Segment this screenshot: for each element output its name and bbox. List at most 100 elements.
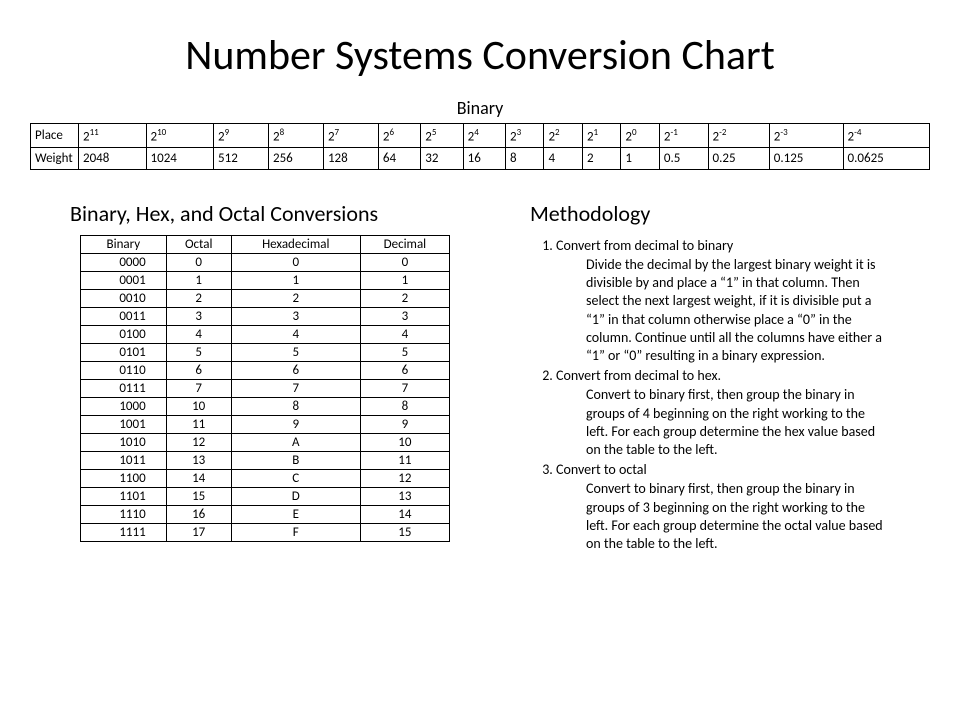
col-hex: Hexadecimal (231, 236, 360, 254)
columns: Binary, Hex, and Octal Conversions Binar… (30, 200, 930, 555)
methodology-item-body: Convert to binary first, then group the … (556, 386, 890, 459)
weight-cell: 0.125 (769, 148, 843, 170)
table-row: 0001111 (81, 272, 450, 290)
place-cell: 2-3 (769, 124, 843, 148)
weight-cell: 512 (214, 148, 269, 170)
cell: 1 (231, 272, 360, 290)
table-row: 111016E14 (81, 506, 450, 524)
methodology-item-body: Divide the decimal by the largest binary… (556, 256, 890, 365)
cell: 1010 (81, 434, 167, 452)
cell: 7 (360, 380, 449, 398)
cell: 9 (231, 416, 360, 434)
methodology-item-body: Convert to binary first, then group the … (556, 480, 890, 553)
cell: 14 (360, 506, 449, 524)
cell: 2 (231, 290, 360, 308)
table-row: 111117F15 (81, 524, 450, 542)
place-cell: 28 (268, 124, 323, 148)
table-header-row: Binary Octal Hexadecimal Decimal (81, 236, 450, 254)
weight-cell: 64 (378, 148, 420, 170)
table-row: 0101555 (81, 344, 450, 362)
methodology-item-title: Convert from decimal to hex. (556, 367, 721, 384)
cell: 9 (360, 416, 449, 434)
methodology-list: Convert from decimal to binary Divide the… (530, 237, 890, 553)
cell: 10 (166, 398, 231, 416)
cell: 3 (231, 308, 360, 326)
cell: 5 (166, 344, 231, 362)
cell: 0110 (81, 362, 167, 380)
place-cell: 2-2 (708, 124, 769, 148)
cell: 4 (231, 326, 360, 344)
cell: 1 (166, 272, 231, 290)
methodology-item: Convert to octalConvert to binary first,… (556, 461, 890, 553)
place-cell: 23 (505, 124, 543, 148)
conversion-table: Binary Octal Hexadecimal Decimal 0000000… (80, 235, 450, 542)
weight-cell: 0.0625 (843, 148, 929, 170)
cell: 5 (231, 344, 360, 362)
cell: 13 (360, 488, 449, 506)
methodology-item: Convert from decimal to hex. Convert to b… (556, 367, 890, 459)
cell: 1101 (81, 488, 167, 506)
cell: 1011 (81, 452, 167, 470)
place-cell: 21 (582, 124, 620, 148)
table-row: 0111777 (81, 380, 450, 398)
cell: B (231, 452, 360, 470)
cell: 1111 (81, 524, 167, 542)
cell: 0010 (81, 290, 167, 308)
weight-cell: 4 (544, 148, 582, 170)
cell: 2 (166, 290, 231, 308)
cell: 1000 (81, 398, 167, 416)
page: Number Systems Conversion Chart Binary P… (0, 0, 960, 575)
place-cell: 2-1 (659, 124, 708, 148)
cell: E (231, 506, 360, 524)
cell: 4 (166, 326, 231, 344)
methodology-heading: Methodology (530, 200, 890, 229)
place-cell: 29 (214, 124, 269, 148)
weight-cell: 8 (505, 148, 543, 170)
methodology-item: Convert from decimal to binary Divide the… (556, 237, 890, 365)
place-cell: 20 (621, 124, 659, 148)
conversions-heading: Binary, Hex, and Octal Conversions (70, 200, 470, 227)
cell: 0 (360, 254, 449, 272)
page-title: Number Systems Conversion Chart (30, 30, 930, 81)
place-cell: 210 (146, 124, 214, 148)
weight-cell: 1024 (146, 148, 214, 170)
cell: 1100 (81, 470, 167, 488)
cell: 6 (166, 362, 231, 380)
cell: 12 (360, 470, 449, 488)
weight-row: Weight 2048102451225612864321684210.50.2… (31, 148, 930, 170)
cell: 0001 (81, 272, 167, 290)
table-row: 10011199 (81, 416, 450, 434)
cell: 6 (231, 362, 360, 380)
table-row: 101012A10 (81, 434, 450, 452)
table-row: 0100444 (81, 326, 450, 344)
weight-cell: 2 (582, 148, 620, 170)
weight-cell: 32 (421, 148, 463, 170)
cell: 0011 (81, 308, 167, 326)
methodology-item-title: Convert from decimal to binary (556, 237, 733, 254)
cell: 15 (166, 488, 231, 506)
cell: 3 (360, 308, 449, 326)
cell: 11 (360, 452, 449, 470)
weight-cell: 256 (268, 148, 323, 170)
place-cell: 211 (79, 124, 147, 148)
cell: 15 (360, 524, 449, 542)
cell: 3 (166, 308, 231, 326)
cell: 13 (166, 452, 231, 470)
place-cell: 2-4 (843, 124, 929, 148)
weight-table: Place 211210292827262524232221202-12-22-… (30, 123, 930, 170)
cell: 0000 (81, 254, 167, 272)
cell: 0101 (81, 344, 167, 362)
row-label: Weight (31, 148, 79, 170)
cell: 16 (166, 506, 231, 524)
cell: 14 (166, 470, 231, 488)
cell: 6 (360, 362, 449, 380)
weight-cell: 2048 (79, 148, 147, 170)
cell: C (231, 470, 360, 488)
cell: 0 (166, 254, 231, 272)
cell: F (231, 524, 360, 542)
place-row: Place 211210292827262524232221202-12-22-… (31, 124, 930, 148)
cell: 0100 (81, 326, 167, 344)
table-row: 0110666 (81, 362, 450, 380)
cell: 1001 (81, 416, 167, 434)
place-cell: 24 (463, 124, 505, 148)
